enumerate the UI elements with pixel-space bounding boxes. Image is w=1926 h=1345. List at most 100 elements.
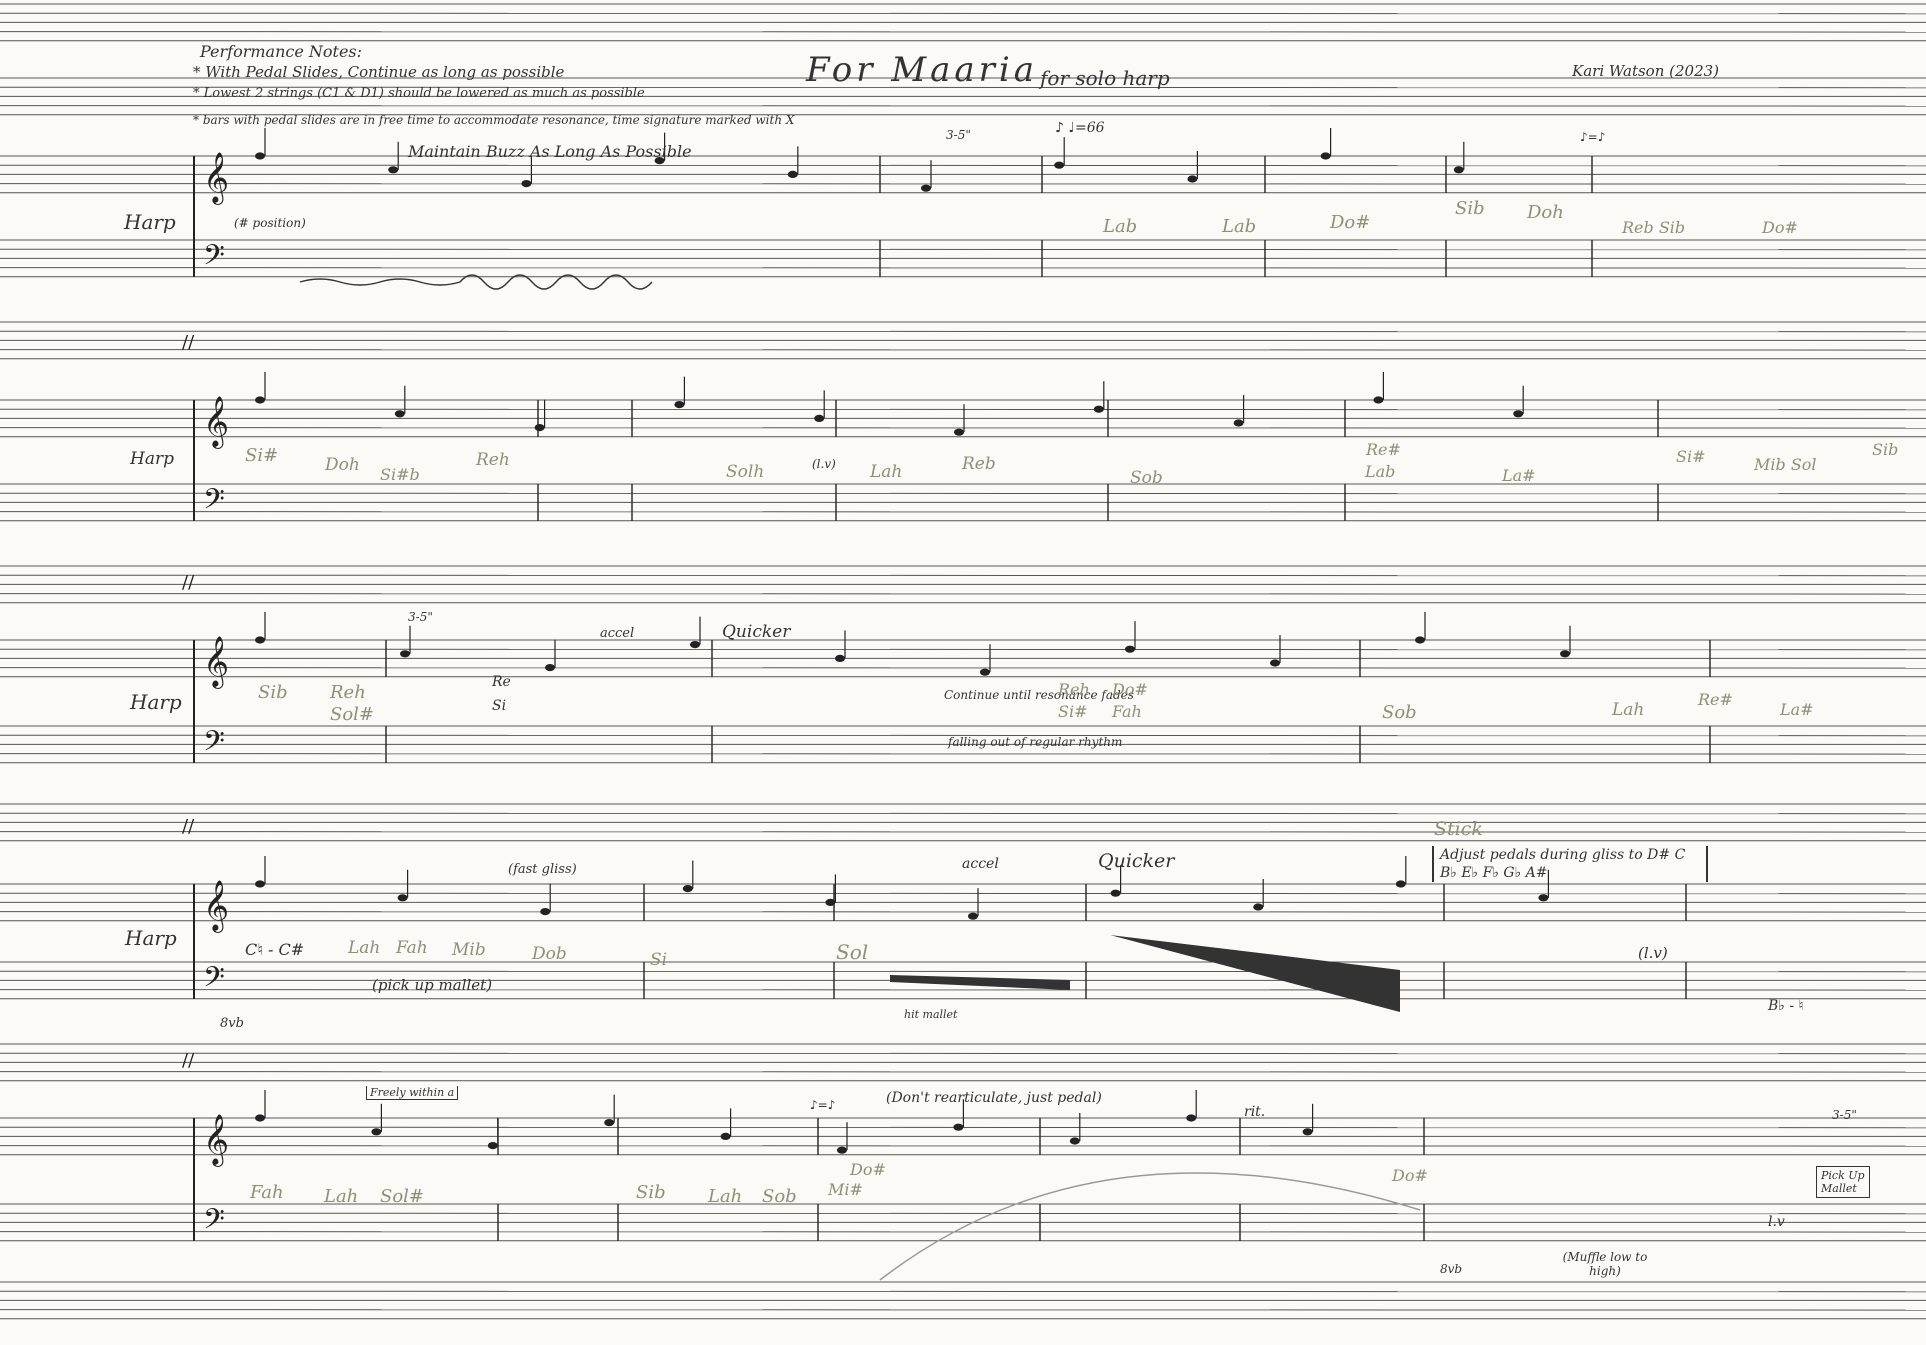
staff-line <box>0 667 1926 669</box>
notehead <box>1415 636 1425 644</box>
sys2-pedal-11: La# <box>1502 466 1536 485</box>
staff-line <box>0 1309 1926 1311</box>
staff-line <box>0 648 1926 651</box>
sys5-dont-rearticulate: (Don't rearticulate, just pedal) <box>886 1090 1102 1106</box>
sys5-pedal-1: Fah <box>250 1182 284 1203</box>
sys2-pedal-1: Si# <box>245 445 279 466</box>
staff-system-drawing: 𝄞 𝄢 𝄞 𝄢 // 𝄞 𝄢 // 𝄞 𝄢 // 𝄞 𝄢 // <box>0 3 1926 1320</box>
staff-line <box>0 427 1926 429</box>
staff-line <box>0 593 1926 595</box>
notehead <box>255 396 265 404</box>
bass-clef: 𝄢 <box>203 239 225 279</box>
piece-subtitle: for solo harp <box>1040 66 1170 90</box>
system-divider: // <box>182 332 195 353</box>
notehead <box>1110 889 1121 897</box>
staff-line <box>0 911 1926 913</box>
notehead <box>1320 152 1331 160</box>
sys2-pedal-2: Doh <box>325 455 360 475</box>
staff-line <box>0 330 1926 333</box>
instrument-label-system-2: Harp <box>130 449 174 469</box>
staff-line <box>0 349 1926 351</box>
sys5-metric-mod: ♪=♪ <box>810 1098 836 1112</box>
sys4-accel: accel <box>962 856 999 872</box>
staff-line <box>0 492 1926 495</box>
notehead <box>1453 166 1464 174</box>
notehead <box>1187 175 1198 183</box>
notehead <box>1069 1137 1080 1145</box>
notehead <box>1538 894 1549 902</box>
sys2-pedal-13: Mib Sol <box>1754 455 1817 474</box>
sys3-si: Si <box>492 698 507 714</box>
sys4-pedal-5: Si <box>650 950 668 970</box>
performance-note-3: * bars with pedal slides are in free tim… <box>193 113 795 127</box>
notehead <box>255 1114 265 1122</box>
sys3-pedal-5: Si# <box>1058 702 1088 721</box>
notehead <box>1125 645 1135 653</box>
staff-line <box>0 1290 1926 1293</box>
sys1-pedal-2: Lab <box>1222 216 1257 237</box>
sys1-pedal-3: Do# <box>1330 212 1371 233</box>
sys5-pedal-6: Sob <box>762 1186 797 1207</box>
staff-line <box>0 164 1926 167</box>
notehead <box>255 880 265 888</box>
sys4-pedal-3: Mib <box>452 940 486 960</box>
sys1-tempo: ♪ ♩=66 <box>1055 120 1105 136</box>
staff-line <box>0 183 1926 185</box>
notehead <box>953 1123 964 1131</box>
notehead <box>835 654 845 663</box>
bass-clef: 𝄢 <box>203 961 225 1001</box>
sys2-pedal-5: Solh <box>726 462 765 482</box>
sys1-pedal-4: Sib <box>1455 198 1485 219</box>
sys2-pedal-8: Sob <box>1130 468 1163 488</box>
notehead <box>674 401 685 409</box>
sys5-pedal-5: Lah <box>708 1186 743 1207</box>
sys2-pedal-6: Lah <box>870 462 903 482</box>
sys5-8vb: 8vb <box>1440 1262 1463 1276</box>
notehead <box>720 1132 731 1140</box>
sys4-pick-up-mallet: (pick up mallet) <box>372 976 493 994</box>
sys3-accel: accel <box>600 626 635 641</box>
sys3-pedal-1: Sib <box>258 682 288 703</box>
notehead <box>397 894 408 902</box>
notehead <box>968 912 978 920</box>
sys1-pedal-1: Lab <box>1103 216 1138 237</box>
notehead <box>1233 419 1244 427</box>
sys5-pedal-8: Do# <box>850 1160 886 1179</box>
staff-line <box>0 989 1926 991</box>
sys3-falling: falling out of regular rhythm <box>948 735 1123 749</box>
staff-line <box>0 1145 1926 1147</box>
staff-line <box>0 574 1926 577</box>
sys5-pedal-9: Do# <box>1392 1166 1428 1185</box>
staff-line <box>0 812 1926 815</box>
sys4-fast-gliss: (fast gliss) <box>508 862 577 877</box>
sys5-pedal-7: Mi# <box>828 1180 863 1199</box>
sys1-position-note: (# position) <box>234 216 306 230</box>
gliss-wedge <box>890 935 1400 1012</box>
sys1-metric-mod: ♪=♪ <box>1580 130 1606 144</box>
staff-line <box>0 267 1926 269</box>
notehead <box>1186 1114 1197 1122</box>
notehead <box>545 664 555 672</box>
notehead <box>980 668 990 676</box>
sys3-duration: 3-5" <box>408 610 433 624</box>
sys3-re: Re <box>492 674 511 690</box>
sys4-pedal-7: Stick <box>1434 818 1483 840</box>
notehead <box>394 410 405 418</box>
sys5-rit: rit. <box>1244 1104 1266 1120</box>
sys4-pedal-2: Fah <box>396 938 428 958</box>
sys4-lv: (l.v) <box>1638 944 1668 962</box>
sys2-pedal-10: Lab <box>1365 462 1396 481</box>
notehead <box>388 166 399 174</box>
sys3-pedal-2: Reh <box>330 682 366 703</box>
notehead <box>400 650 410 658</box>
staff-line <box>0 12 1926 15</box>
performance-notes-heading: Performance Notes: <box>200 42 363 61</box>
notehead <box>371 1128 382 1136</box>
sys4-8vb-1: 8vb <box>220 1016 244 1031</box>
sys2-pedal-14: Sib <box>1872 440 1899 459</box>
sys4-adjust-pedals-box: Adjust pedals during gliss to D# C B♭ E♭… <box>1432 846 1708 882</box>
sys4-hit-mallet: hit mallet <box>904 1008 958 1021</box>
sys3-pedal-6: Do# <box>1112 680 1148 699</box>
sys4-pedal-1: Lah <box>348 938 381 958</box>
sys2-pedal-12: Si# <box>1676 447 1706 466</box>
